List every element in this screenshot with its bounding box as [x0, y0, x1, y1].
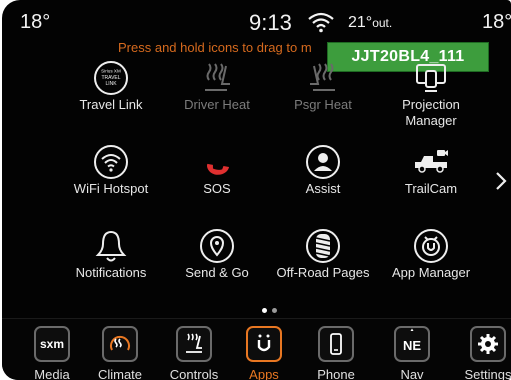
- outside-temp-suffix: out.: [372, 16, 393, 30]
- nav-settings[interactable]: Settings: [456, 323, 511, 380]
- app-label: Send & Go: [185, 265, 249, 280]
- apps-icon-box: [246, 326, 282, 362]
- app-label: TrailCam: [404, 181, 458, 196]
- nav-nav[interactable]: NE Nav: [380, 323, 444, 380]
- tire-icon: [306, 229, 340, 263]
- sxm-icon-text: sxm: [39, 337, 65, 351]
- apps-icon: [257, 334, 271, 352]
- nav-label: Controls: [169, 367, 219, 380]
- page-dot: [272, 308, 277, 313]
- outside-temp-value: 21°: [348, 14, 373, 31]
- app-off-road-pages[interactable]: Off-Road Pages: [268, 228, 378, 304]
- projection-manager-icon: [416, 64, 446, 92]
- app-wifi-hotspot[interactable]: WiFi Hotspot: [56, 144, 166, 220]
- nav-phone[interactable]: Phone: [304, 323, 368, 380]
- svg-text:LINK: LINK: [105, 81, 117, 87]
- app-label: Driver Heat: [184, 97, 250, 112]
- passenger-heat-seat-icon: [310, 63, 335, 91]
- app-psgr-heat[interactable]: Psgr Heat: [268, 60, 378, 136]
- gear-icon-box: [470, 326, 506, 362]
- app-app-manager[interactable]: App Manager: [376, 228, 486, 304]
- passenger-temperature[interactable]: 18°: [482, 11, 511, 34]
- phone-icon: [207, 163, 230, 175]
- app-label: Off-Road Pages: [276, 265, 370, 280]
- drag-hint: Press and hold icons to drag to m: [118, 40, 312, 55]
- controls-icon-box: [176, 326, 212, 362]
- app-assist[interactable]: Assist: [268, 144, 378, 220]
- infotainment-screen: 18° 9:13 21°out. 18° Press and hold icon…: [2, 0, 511, 380]
- app-driver-heat[interactable]: Driver Heat: [162, 60, 272, 136]
- app-projection-manager[interactable]: Projection Manager: [376, 60, 486, 136]
- nav-label: Climate: [97, 367, 143, 380]
- app-travel-link[interactable]: Sirius XM TRAVEL LINK Travel Link: [56, 60, 166, 136]
- page-dot-current: [262, 308, 267, 313]
- chevron-right-icon[interactable]: [492, 170, 510, 192]
- sxm-icon: sxm: [34, 326, 70, 362]
- app-label: Projection Manager: [402, 97, 460, 128]
- truck-camera-icon: [415, 150, 448, 173]
- compass-arrow-icon: [410, 328, 414, 331]
- travel-link-icon: Sirius XM TRAVEL LINK: [94, 61, 128, 95]
- gear-icon: [478, 334, 498, 354]
- nav-climate[interactable]: Climate: [88, 323, 152, 380]
- climate-icon: [110, 335, 130, 351]
- nav-media[interactable]: sxm Media: [20, 323, 84, 380]
- nav-label: Settings: [464, 367, 511, 380]
- controls-icon: [186, 333, 202, 353]
- phone-device-icon-box: [318, 326, 354, 362]
- bell-icon: [95, 230, 127, 262]
- compass-heading: NE: [402, 338, 422, 353]
- app-label: SOS: [203, 181, 231, 196]
- svg-text:Sirius XM: Sirius XM: [101, 69, 121, 74]
- nav-label: Media: [34, 367, 70, 380]
- compass-icon: NE: [394, 326, 430, 362]
- nav-label: Apps: [249, 367, 279, 380]
- clock: 9:13: [249, 10, 292, 35]
- app-send-and-go[interactable]: Send & Go: [162, 228, 272, 304]
- app-label: App Manager: [391, 265, 471, 280]
- app-manager-icon: [414, 229, 448, 263]
- app-sos[interactable]: SOS: [162, 144, 272, 220]
- app-label: WiFi Hotspot: [73, 181, 149, 196]
- app-notifications[interactable]: Notifications: [56, 228, 166, 304]
- app-label: Assist: [305, 181, 341, 196]
- nav-controls[interactable]: Controls: [162, 323, 226, 380]
- driver-heat-seat-icon: [205, 63, 230, 91]
- app-label: Travel Link: [79, 97, 143, 112]
- phone-device-icon: [330, 333, 342, 355]
- wifi-icon: [94, 145, 128, 179]
- nav-apps[interactable]: Apps: [232, 323, 296, 380]
- page-indicator: [262, 308, 280, 314]
- app-label: Notifications: [75, 265, 147, 280]
- climate-icon-box: [102, 326, 138, 362]
- driver-temperature[interactable]: 18°: [20, 11, 50, 34]
- wifi-status-icon: [308, 12, 334, 33]
- assist-person-icon: [306, 145, 340, 179]
- app-trailcam[interactable]: TrailCam: [376, 144, 486, 220]
- app-label: Psgr Heat: [294, 97, 352, 112]
- location-pin-icon: [200, 229, 234, 263]
- bottom-nav-bar: sxm Media Climate Controls Apps Phone NE…: [2, 318, 511, 380]
- nav-label: Nav: [400, 367, 424, 380]
- outside-temperature: 21°out.: [348, 14, 392, 32]
- nav-label: Phone: [317, 367, 355, 380]
